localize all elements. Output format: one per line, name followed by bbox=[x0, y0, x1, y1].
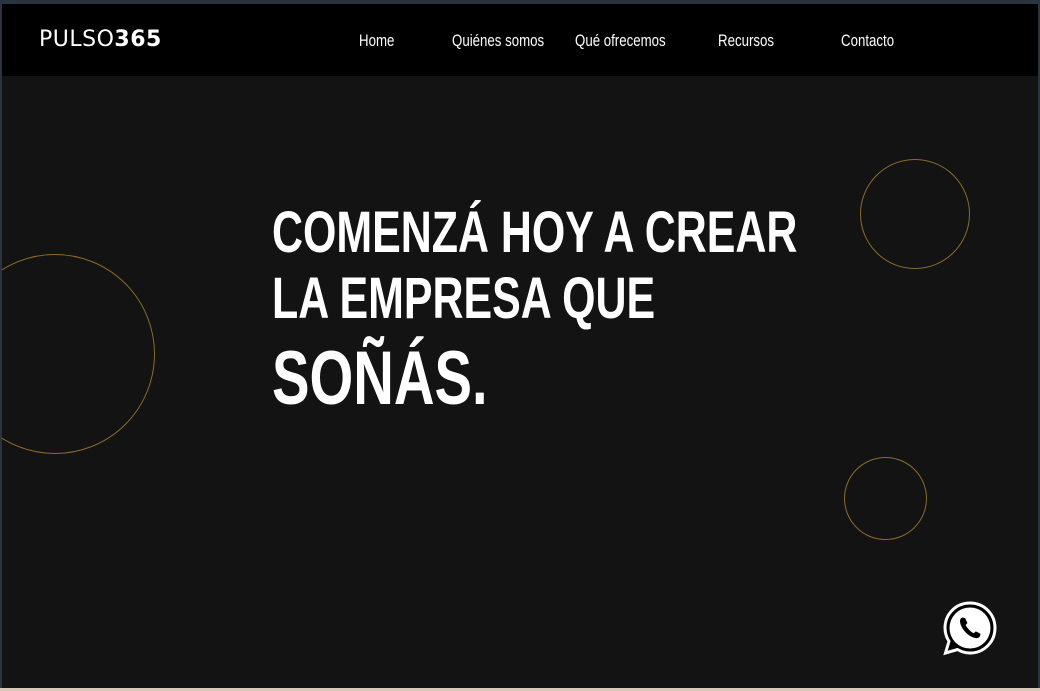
whatsapp-button[interactable] bbox=[940, 598, 1000, 658]
nav-home[interactable]: Home bbox=[359, 28, 394, 54]
hero-heading-line-3: SOÑÁS. bbox=[272, 336, 488, 421]
logo[interactable]: PULSO365 bbox=[39, 26, 162, 54]
hero-heading-line-1: COMENZÁ HOY A CREAR bbox=[272, 200, 798, 265]
decorative-circle-left bbox=[2, 254, 155, 454]
whatsapp-icon bbox=[943, 601, 997, 656]
decorative-circle-bottom-right bbox=[844, 457, 927, 540]
nav-que-ofrecemos[interactable]: Qué ofrecemos bbox=[575, 28, 666, 54]
logo-text-bold: 365 bbox=[114, 27, 162, 52]
site-header: PULSO365 Home Quiénes somos Qué ofrecemo… bbox=[2, 4, 1038, 76]
page: PULSO365 Home Quiénes somos Qué ofrecemo… bbox=[2, 4, 1038, 688]
nav-recursos[interactable]: Recursos bbox=[718, 28, 774, 54]
nav-contacto[interactable]: Contacto bbox=[841, 28, 894, 54]
logo-text-light: PULSO bbox=[39, 27, 115, 52]
decorative-circle-top-right bbox=[860, 159, 970, 269]
hero-heading-line-2: LA EMPRESA QUE bbox=[272, 266, 656, 331]
nav-quienes-somos[interactable]: Quiénes somos bbox=[452, 28, 544, 54]
